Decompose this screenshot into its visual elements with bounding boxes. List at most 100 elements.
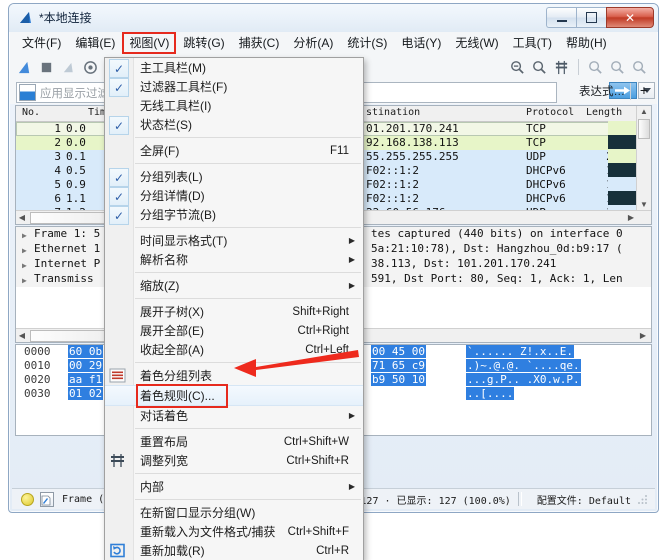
menu-item-label: 着色分组列表 bbox=[140, 367, 212, 384]
zoom-in-disabled-icon[interactable] bbox=[588, 60, 603, 75]
title-bar: *本地连接 ✕ bbox=[9, 4, 658, 32]
window-controls: ✕ bbox=[546, 7, 654, 28]
menu-capture[interactable]: 捕获(C) bbox=[232, 32, 287, 54]
menu-item-label: 收起全部(A) bbox=[140, 341, 204, 358]
view-internals[interactable]: 内部▶ bbox=[105, 477, 363, 496]
menu-go[interactable]: 跳转(G) bbox=[176, 32, 231, 54]
zoom-normal-disabled-icon[interactable] bbox=[632, 60, 647, 75]
menu-wireless[interactable]: 无线(W) bbox=[448, 32, 505, 54]
minimize-button[interactable] bbox=[546, 7, 576, 28]
expand-triangle-icon[interactable]: ▶ bbox=[22, 261, 27, 270]
menu-statistics[interactable]: 统计(S) bbox=[340, 32, 394, 54]
status-right-group: 分组: 127 · 已显示: 127 (100.0%) 配置文件: Defaul… bbox=[320, 492, 649, 507]
view-main-toolbar[interactable]: ✓主工具栏(M) bbox=[105, 58, 363, 77]
view-reload-as-file-format[interactable]: 重新载入为文件格式/捕获Ctrl+Shift+F bbox=[105, 522, 363, 541]
zoom-reset-icon[interactable] bbox=[532, 60, 547, 75]
scroll-up-arrow[interactable]: ▲ bbox=[637, 106, 651, 118]
restart-capture-icon[interactable] bbox=[61, 60, 76, 75]
menu-telephony[interactable]: 电话(Y) bbox=[394, 32, 448, 54]
view-filter-toolbar[interactable]: ✓过滤器工具栏(F) bbox=[105, 77, 363, 96]
capture-file-icon[interactable] bbox=[40, 492, 54, 507]
menu-help[interactable]: 帮助(H) bbox=[559, 32, 614, 54]
ascii-bytes: ...g.P.. .X0.w.P. bbox=[466, 373, 581, 386]
menu-item-shortcut: Ctrl+Shift+F bbox=[288, 526, 349, 538]
submenu-arrow-icon: ▶ bbox=[349, 255, 355, 264]
details-scroll-right-arrow[interactable]: ▶ bbox=[637, 329, 649, 342]
column-header-protocol[interactable]: Protocol bbox=[526, 107, 574, 118]
checkmark-icon: ✓ bbox=[109, 116, 129, 135]
zoom-out-disabled-icon[interactable] bbox=[610, 60, 625, 75]
view-fullscreen[interactable]: 全屏(F)F11 bbox=[105, 141, 363, 160]
view-time-display-format[interactable]: 时间显示格式(T)▶ bbox=[105, 231, 363, 250]
checkmark-icon: ✓ bbox=[109, 168, 129, 187]
menu-separator bbox=[135, 272, 361, 273]
add-filter-button[interactable]: + bbox=[640, 82, 648, 98]
column-header-no[interactable]: No. bbox=[22, 107, 40, 118]
maximize-button[interactable] bbox=[576, 7, 606, 28]
menu-separator bbox=[135, 473, 361, 474]
start-capture-icon[interactable] bbox=[17, 60, 32, 75]
filter-bookmark-icon[interactable] bbox=[19, 84, 36, 101]
menu-bar: 文件(F)编辑(E)视图(V)跳转(G)捕获(C)分析(A)统计(S)电话(Y)… bbox=[10, 32, 657, 55]
menu-item-label: 分组列表(L) bbox=[140, 168, 203, 185]
view-packet-details[interactable]: ✓分组详情(D) bbox=[105, 186, 363, 205]
capture-options-icon[interactable] bbox=[83, 60, 98, 75]
view-zoom[interactable]: 缩放(Z) ▶ bbox=[105, 276, 363, 295]
view-reset-layout[interactable]: 重置布局Ctrl+Shift+W bbox=[105, 432, 363, 451]
menu-view[interactable]: 视图(V) bbox=[122, 32, 176, 54]
view-colorize-conversation[interactable]: 对话着色▶ bbox=[105, 406, 363, 425]
menu-file[interactable]: 文件(F) bbox=[15, 32, 68, 54]
detail-text-left: Transmiss bbox=[34, 272, 94, 285]
details-scroll-left-arrow[interactable]: ◀ bbox=[16, 329, 28, 342]
maximize-icon bbox=[586, 12, 597, 23]
scroll-thumb[interactable] bbox=[638, 119, 650, 139]
view-wireless-toolbar[interactable]: 无线工具栏(I) bbox=[105, 96, 363, 115]
menu-tools[interactable]: 工具(T) bbox=[506, 32, 559, 54]
view-packet-list[interactable]: ✓ 分组列表(L) bbox=[105, 167, 363, 186]
status-profile-text[interactable]: 配置文件: Default bbox=[537, 492, 631, 507]
submenu-arrow-icon: ▶ bbox=[349, 281, 355, 290]
cell-protocol: DHCPv6 bbox=[526, 178, 566, 191]
resize-grip-icon[interactable] bbox=[637, 493, 649, 505]
scroll-right-arrow[interactable]: ▶ bbox=[625, 211, 637, 224]
submenu-arrow-icon: ▶ bbox=[349, 236, 355, 245]
view-expand-subtrees[interactable]: 展开子树(X) Shift+Right bbox=[105, 302, 363, 321]
view-resize-columns[interactable]: 调整列宽Ctrl+Shift+R bbox=[105, 451, 363, 470]
menu-item-shortcut: Ctrl+Right bbox=[298, 325, 349, 337]
expand-triangle-icon[interactable]: ▶ bbox=[22, 231, 27, 240]
column-header-destination[interactable]: stination bbox=[366, 107, 420, 118]
expression-button[interactable]: 表达式… bbox=[579, 83, 625, 99]
menu-item-label: 缩放(Z) bbox=[140, 277, 179, 294]
stop-capture-icon[interactable] bbox=[39, 60, 54, 75]
color-bar-segment bbox=[608, 191, 636, 205]
detail-text-right: 38.113, Dst: 101.201.170.241 bbox=[371, 257, 556, 270]
scroll-left-arrow[interactable]: ◀ bbox=[16, 211, 28, 224]
view-name-resolution[interactable]: 解析名称▶ bbox=[105, 250, 363, 269]
close-button[interactable]: ✕ bbox=[606, 7, 654, 28]
expand-triangle-icon[interactable]: ▶ bbox=[22, 276, 27, 285]
expand-triangle-icon[interactable]: ▶ bbox=[22, 246, 27, 255]
cell-protocol: UDP bbox=[526, 150, 546, 163]
view-menu-dropdown[interactable]: ✓主工具栏(M)✓过滤器工具栏(F)无线工具栏(I)✓状态栏(S) 全屏(F)F1… bbox=[104, 57, 364, 560]
view-status-bar[interactable]: ✓状态栏(S) bbox=[105, 115, 363, 134]
menu-item-shortcut: Ctrl+Shift+W bbox=[284, 436, 349, 448]
view-expand-all[interactable]: 展开全部(E)Ctrl+Right bbox=[105, 321, 363, 340]
zoom-out-icon[interactable] bbox=[510, 60, 525, 75]
cell-no: 3 bbox=[16, 150, 61, 163]
menu-item-shortcut: Shift+Right bbox=[292, 306, 349, 318]
view-show-packet-in-new-window[interactable]: 在新窗口显示分组(W) bbox=[105, 503, 363, 522]
resize-columns-toolbar-icon[interactable] bbox=[554, 60, 569, 75]
view-coloring-rules[interactable]: 着色规则(C)... bbox=[105, 385, 363, 406]
menu-edit[interactable]: 编辑(E) bbox=[68, 32, 122, 54]
cell-destination: 01.201.170.241 bbox=[366, 122, 459, 135]
packet-list-vertical-scrollbar[interactable]: ▲ ▼ bbox=[636, 106, 651, 211]
detail-text-right: 591, Dst Port: 80, Seq: 1, Ack: 1, Len bbox=[371, 272, 623, 285]
wireshark-fin-icon bbox=[19, 11, 35, 25]
view-packet-bytes[interactable]: ✓分组字节流(B) bbox=[105, 205, 363, 224]
expert-info-icon[interactable] bbox=[21, 493, 34, 506]
hex-bytes-left: 00 29 bbox=[68, 359, 103, 372]
column-header-length[interactable]: Length bbox=[586, 107, 622, 118]
menu-analyze[interactable]: 分析(A) bbox=[286, 32, 340, 54]
menu-item-label: 展开子树(X) bbox=[140, 303, 204, 320]
view-reload[interactable]: 重新加载(R)Ctrl+R bbox=[105, 541, 363, 560]
